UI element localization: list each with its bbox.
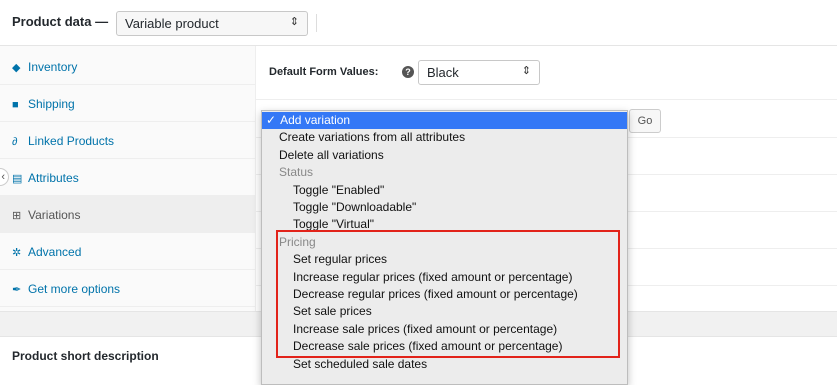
help-icon[interactable]: ? — [402, 66, 414, 78]
dropdown-option[interactable]: Create variations from all attributes — [262, 129, 627, 146]
tab-inventory[interactable]: ◆ Inventory — [0, 48, 256, 85]
dropdown-option-label: Delete all variations — [279, 147, 384, 162]
tab-label: Get more options — [28, 282, 121, 296]
grid-icon: ⊞ — [12, 210, 22, 222]
dropdown-option[interactable]: Delete all variations — [262, 147, 627, 164]
tab-advanced[interactable]: ✲ Advanced — [0, 233, 256, 270]
product-data-tabs: ◆ Inventory ■ Shipping ∂ Linked Products ▤ Attr… — [0, 46, 256, 311]
tab-label: Linked Products — [28, 134, 115, 148]
checkmark-icon: ✓ — [266, 113, 277, 127]
header-divider — [316, 14, 317, 32]
tab-attributes[interactable]: ▤ Attributes — [0, 159, 256, 196]
color-default-value: Black — [427, 65, 459, 80]
product-data-label: Product data — — [12, 14, 109, 29]
dropdown-option-label: Create variations from all attributes — [279, 130, 466, 145]
tab-get-more-options[interactable]: ✒ Get more options — [0, 270, 256, 307]
plugin-icon: ✒ — [12, 284, 22, 296]
go-button[interactable]: Go — [629, 109, 661, 133]
product-type-value: Variable product — [125, 16, 219, 31]
tab-label: Inventory — [28, 60, 78, 74]
dropdown-option-label: Set scheduled sale dates — [293, 356, 428, 371]
tab-label: Advanced — [28, 245, 82, 259]
default-form-values-row: Default Form Values: ? Black ⇕ — [256, 46, 837, 100]
truck-icon: ■ — [12, 99, 19, 111]
color-default-select[interactable]: Black ⇕ — [418, 60, 540, 85]
link-icon: ∂ — [12, 136, 18, 148]
tab-linked-products[interactable]: ∂ Linked Products — [0, 122, 256, 159]
select-arrows-icon: ⇕ — [521, 65, 531, 77]
product-data-header: Product data — Variable product ⇕ — [0, 0, 837, 46]
dropdown-option-label: Add variation — [280, 113, 351, 127]
gear-icon: ✲ — [12, 247, 22, 259]
list-icon: ▤ — [12, 173, 23, 185]
tag-icon: ◆ — [12, 62, 21, 74]
dropdown-option[interactable]: Toggle "Downloadable" — [262, 199, 627, 216]
product-short-description-heading: Product short description — [12, 349, 159, 363]
tab-variations[interactable]: ⊞ Variations — [0, 196, 256, 233]
tab-label: Attributes — [28, 171, 79, 185]
dropdown-option-label: Toggle "Downloadable" — [293, 200, 417, 214]
dropdown-option[interactable]: Set scheduled sale dates — [262, 356, 627, 373]
dropdown-option[interactable]: Toggle "Enabled" — [262, 182, 627, 199]
pricing-highlight-box — [276, 230, 620, 358]
tab-label: Shipping — [28, 97, 75, 111]
dropdown-option-label: Toggle "Enabled" — [293, 182, 385, 197]
dropdown-option-label: Status — [279, 165, 314, 180]
default-form-values-label: Default Form Values: — [269, 66, 379, 78]
tab-label: Variations — [28, 208, 81, 222]
dropdown-option[interactable]: ✓ Add variation — [262, 112, 627, 129]
dropdown-group-label: Status — [262, 164, 627, 181]
product-type-select[interactable]: Variable product ⇕ — [116, 11, 308, 36]
tab-shipping[interactable]: ■ Shipping — [0, 85, 256, 122]
select-arrows-icon: ⇕ — [289, 16, 299, 28]
